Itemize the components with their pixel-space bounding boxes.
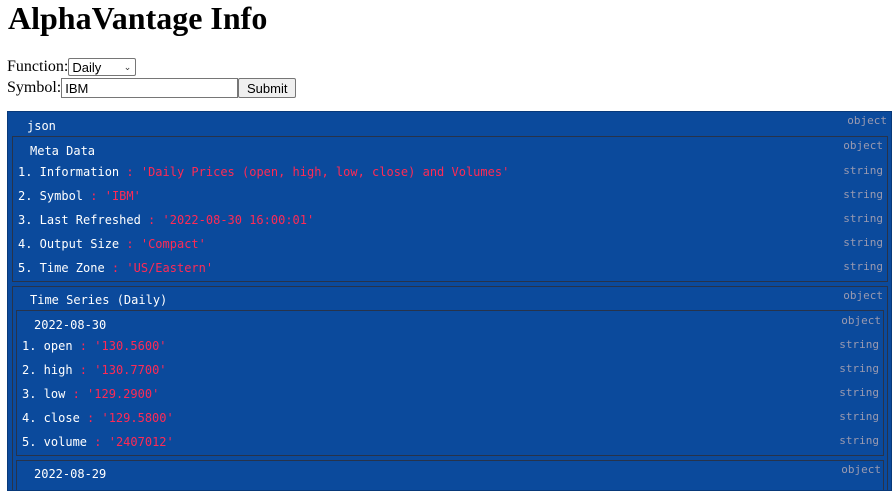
function-row: Function: Daily ⌄ xyxy=(7,57,137,77)
day-entry-type: string xyxy=(839,338,879,351)
meta-entry-type: string xyxy=(843,236,883,249)
symbol-input[interactable]: IBM xyxy=(61,78,239,98)
function-select-value: Daily xyxy=(72,59,102,75)
meta-entry-type: string xyxy=(843,212,883,225)
symbol-row: Symbol: IBM Submit xyxy=(7,78,297,98)
meta-entry: 1. Information : 'Daily Prices (open, hi… xyxy=(18,165,510,179)
day-entry: 1. open : '130.5600' xyxy=(22,339,167,353)
meta-data-label[interactable]: Meta Data xyxy=(30,144,95,159)
meta-entry: 4. Output Size : 'Compact' xyxy=(18,237,206,251)
day-node xyxy=(16,460,884,490)
day-type: object xyxy=(841,463,881,476)
day-entry-type: string xyxy=(839,386,879,399)
meta-entry: 3. Last Refreshed : '2022-08-30 16:00:01… xyxy=(18,213,315,227)
time-series-type: object xyxy=(843,289,883,302)
day-type: object xyxy=(841,314,881,327)
symbol-label: Symbol: xyxy=(7,79,62,96)
submit-button[interactable]: Submit xyxy=(238,78,297,98)
time-series-label[interactable]: Time Series (Daily) xyxy=(30,293,167,308)
json-viewer: json object Meta Data object 1. Informat… xyxy=(7,111,892,491)
meta-data-type: object xyxy=(843,139,883,152)
page-title: AlphaVantage Info xyxy=(8,0,268,36)
meta-entry-type: string xyxy=(843,188,883,201)
chevron-down-icon: ⌄ xyxy=(123,61,132,72)
day-label[interactable]: 2022-08-29 xyxy=(34,467,106,482)
function-select[interactable]: Daily ⌄ xyxy=(68,58,137,76)
meta-entry-type: string xyxy=(843,260,883,273)
day-entry: 4. close : '129.5800' xyxy=(22,411,174,425)
day-entry-type: string xyxy=(839,362,879,375)
day-label[interactable]: 2022-08-30 xyxy=(34,318,106,333)
meta-entry-type: string xyxy=(843,164,883,177)
day-entry: 2. high : '130.7700' xyxy=(22,363,167,377)
function-label: Function: xyxy=(7,58,69,75)
day-entry: 5. volume : '2407012' xyxy=(22,435,174,449)
day-entry: 3. low : '129.2900' xyxy=(22,387,160,401)
day-entry-type: string xyxy=(839,434,879,447)
meta-entry: 5. Time Zone : 'US/Eastern' xyxy=(18,261,214,275)
meta-entry: 2. Symbol : 'IBM' xyxy=(18,189,141,203)
json-root-type: object xyxy=(847,114,887,127)
day-entry-type: string xyxy=(839,410,879,423)
json-root-label[interactable]: json xyxy=(27,119,56,134)
